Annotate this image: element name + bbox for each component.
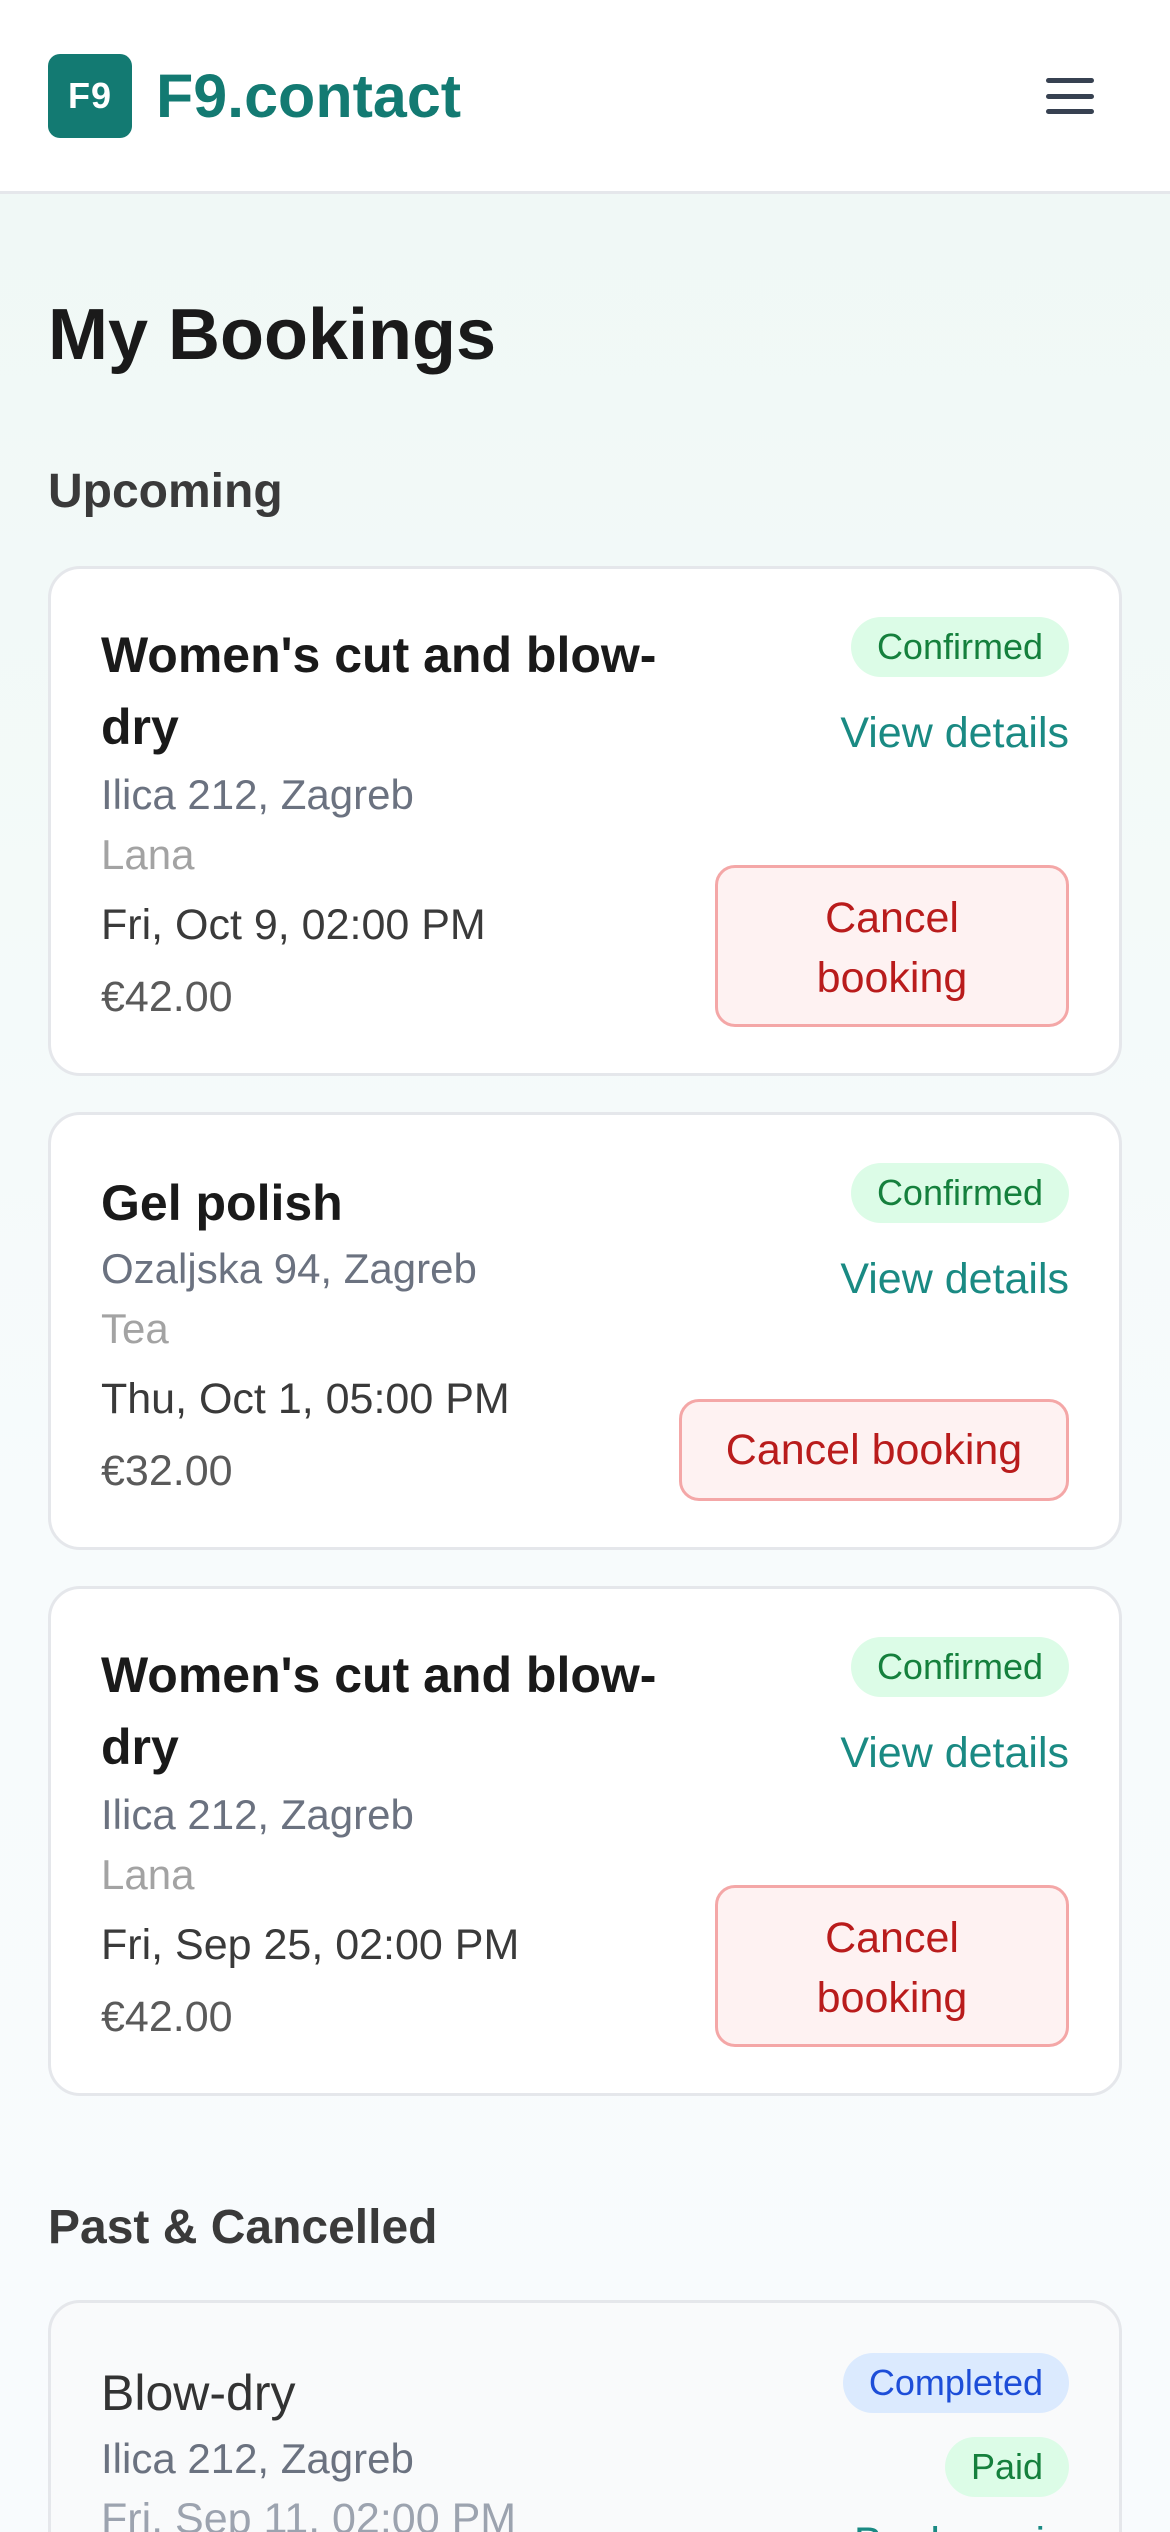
booking-card: Women's cut and blow-dry Ilica 212, Zagr… [48,1586,1122,2096]
booking-address: Ilica 212, Zagreb [101,771,414,818]
view-details-link[interactable]: View details [840,1723,1069,1783]
menu-line [1046,93,1094,99]
menu-line [1046,78,1094,83]
cancel-booking-button[interactable]: Cancel booking [715,1885,1069,2047]
booking-price: €32.00 [101,1447,233,1495]
top-navigation-bar: F9 F9.contact [0,0,1170,194]
booking-staff: Lana [101,1851,195,1898]
logo-icon[interactable]: F9 [48,54,132,138]
page: F9 F9.contact My Bookings Upcoming Women… [0,0,1170,2532]
book-again-link[interactable]: + Book again [817,2513,1069,2532]
status-badge: Confirmed [850,1163,1069,1223]
booking-service-name: Blow-dry [101,2365,296,2421]
booking-service-name: Gel polish [101,1175,343,1231]
booking-address: Ozaljska 94, Zagreb [101,1245,477,1292]
booking-card: Gel polish Ozaljska 94, Zagreb Tea Thu, … [48,1112,1122,1550]
view-details-link[interactable]: View details [840,1249,1069,1309]
booking-datetime: Fri, Sep 25, 02:00 PM [101,1921,520,1969]
booking-datetime: Thu, Oct 1, 05:00 PM [101,1375,510,1423]
booking-datetime: Fri, Sep 11, 02:00 PM [101,2495,517,2532]
booking-address: Ilica 212, Zagreb [101,1791,414,1838]
brand-name[interactable]: F9.contact [156,58,461,134]
menu-line [1046,109,1094,114]
booking-address: Ilica 212, Zagreb [101,2435,414,2482]
status-badge-completed: Completed [842,2353,1069,2413]
booking-service-name: Women's cut and blow-dry [101,1647,657,1775]
booking-price: €42.00 [101,1993,233,2041]
payment-badge: Paid [944,2437,1069,2497]
cancel-booking-button[interactable]: Cancel booking [679,1399,1069,1501]
booking-price: €42.00 [101,973,233,1021]
status-badge: Confirmed [850,1637,1069,1697]
section-title-upcoming: Upcoming [48,465,283,518]
hamburger-menu-icon[interactable] [1040,70,1100,122]
booking-staff: Tea [101,1305,169,1352]
booking-service-name: Women's cut and blow-dry [101,627,657,755]
booking-datetime: Fri, Oct 9, 02:00 PM [101,901,486,949]
cancel-booking-button[interactable]: Cancel booking [715,865,1069,1027]
section-title-past: Past & Cancelled [48,2201,438,2254]
booking-staff: Lana [101,831,195,878]
status-badge: Confirmed [850,617,1069,677]
past-booking-card: Blow-dry Ilica 212, Zagreb Fri, Sep 11, … [48,2300,1122,2532]
page-title: My Bookings [48,295,497,375]
view-details-link[interactable]: View details [840,703,1069,763]
booking-card: Women's cut and blow-dry Ilica 212, Zagr… [48,566,1122,1076]
